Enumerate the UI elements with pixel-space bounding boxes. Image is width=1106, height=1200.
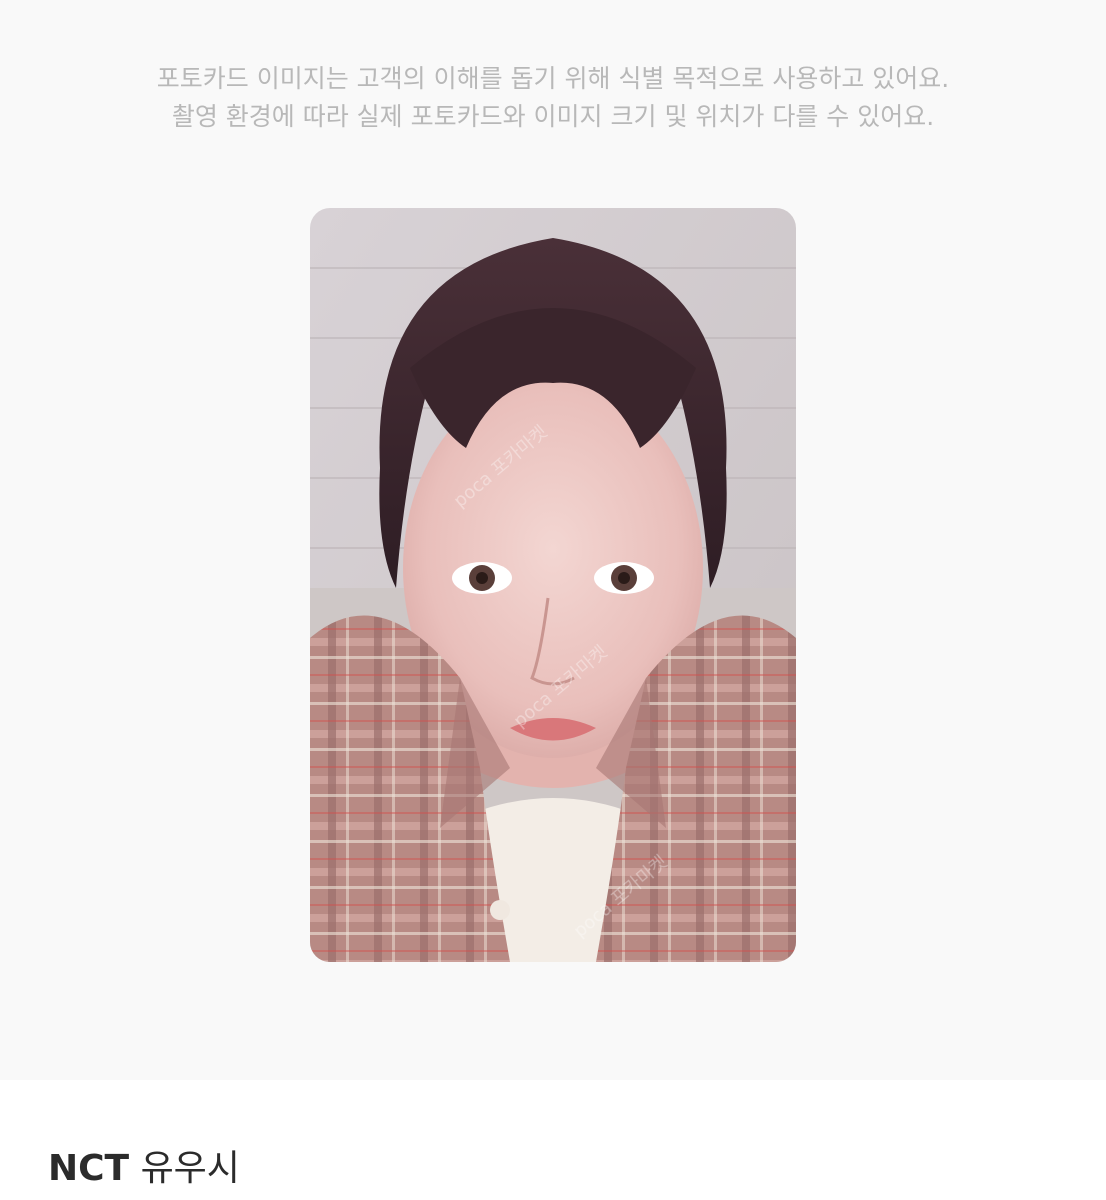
image-notice: 포토카드 이미지는 고객의 이해를 돕기 위해 식별 목적으로 사용하고 있어요… [0, 60, 1106, 136]
photocard-viewer: 포토카드 이미지는 고객의 이해를 돕기 위해 식별 목적으로 사용하고 있어요… [0, 0, 1106, 1080]
member-name: 유우시 [140, 1148, 240, 1189]
photocard-image[interactable]: poca 포카마켓 poca 포카마켓 poca 포카마켓 [310, 208, 796, 962]
notice-line-1: 포토카드 이미지는 고객의 이해를 돕기 위해 식별 목적으로 사용하고 있어요… [156, 64, 950, 93]
photocard-illustration: poca 포카마켓 poca 포카마켓 poca 포카마켓 [310, 208, 796, 962]
notice-line-2: 촬영 환경에 따라 실제 포토카드와 이미지 크기 및 위치가 다를 수 있어요… [171, 102, 935, 131]
group-name: NCT [48, 1148, 130, 1189]
product-title: NCT 유우시 [48, 1145, 240, 1193]
